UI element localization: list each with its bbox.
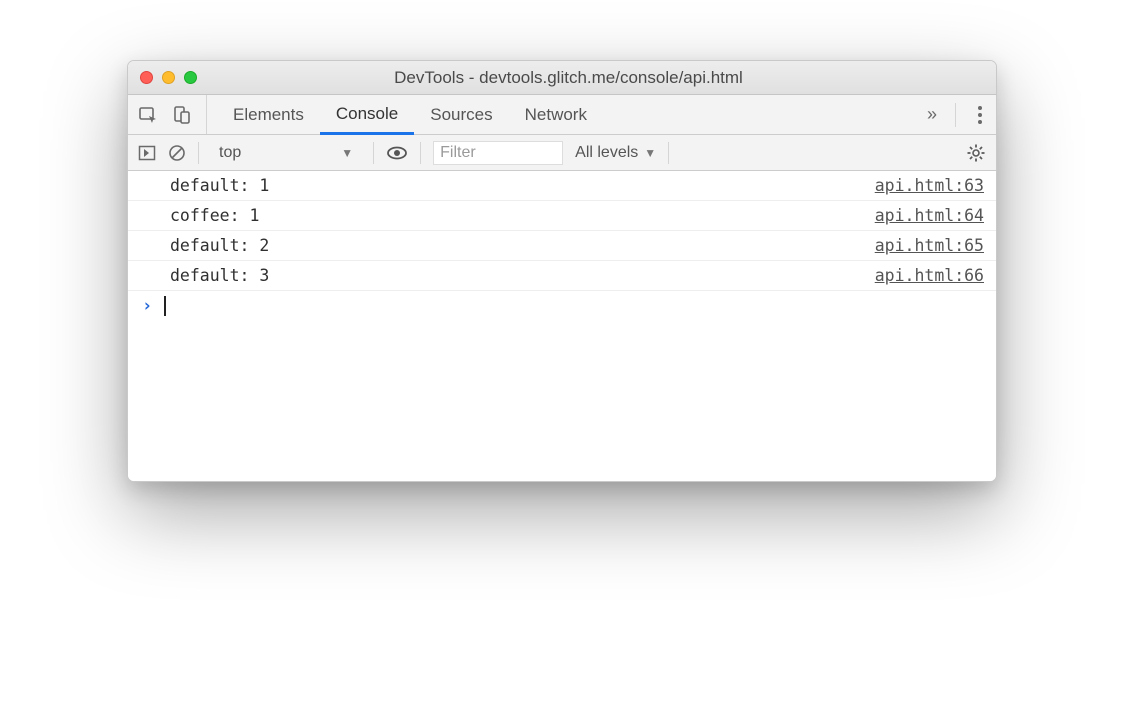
separator <box>668 142 669 164</box>
tab-network[interactable]: Network <box>509 95 603 134</box>
source-link[interactable]: api.html:63 <box>875 176 984 195</box>
log-message: default: 3 <box>170 266 875 285</box>
source-link[interactable]: api.html:66 <box>875 266 984 285</box>
log-message: coffee: 1 <box>170 206 875 225</box>
console-message-row: default: 3api.html:66 <box>128 261 996 291</box>
settings-menu-button[interactable] <box>974 102 986 128</box>
main-tabbar: Elements Console Sources Network » <box>128 95 996 135</box>
clear-console-icon[interactable] <box>168 144 186 162</box>
console-output: default: 1api.html:63coffee: 1api.html:6… <box>128 171 996 481</box>
inspect-element-icon[interactable] <box>138 105 158 125</box>
close-window-button[interactable] <box>140 71 153 84</box>
context-selector[interactable]: top ▼ <box>211 142 361 164</box>
source-link[interactable]: api.html:64 <box>875 206 984 225</box>
levels-label: All levels <box>575 144 638 162</box>
separator <box>373 142 374 164</box>
context-label: top <box>219 144 241 162</box>
tab-label: Network <box>525 105 587 125</box>
console-message-row: coffee: 1api.html:64 <box>128 201 996 231</box>
device-toolbar-icon[interactable] <box>172 105 192 125</box>
log-message: default: 2 <box>170 236 875 255</box>
panel-tabs: Elements Console Sources Network <box>217 95 603 134</box>
console-message-row: default: 2api.html:65 <box>128 231 996 261</box>
tab-console[interactable]: Console <box>320 95 414 135</box>
separator <box>420 142 421 164</box>
titlebar: DevTools - devtools.glitch.me/console/ap… <box>128 61 996 95</box>
log-message: default: 1 <box>170 176 875 195</box>
console-message-row: default: 1api.html:63 <box>128 171 996 201</box>
live-expression-icon[interactable] <box>386 144 408 162</box>
tab-sources[interactable]: Sources <box>414 95 508 134</box>
toggle-sidebar-icon[interactable] <box>138 144 156 162</box>
tab-elements[interactable]: Elements <box>217 95 320 134</box>
source-link[interactable]: api.html:65 <box>875 236 984 255</box>
text-cursor <box>164 296 166 316</box>
prompt-chevron-icon: › <box>142 296 152 316</box>
window-title: DevTools - devtools.glitch.me/console/ap… <box>153 68 984 88</box>
inspect-controls <box>138 95 207 134</box>
tab-label: Elements <box>233 105 304 125</box>
separator <box>198 142 199 164</box>
console-toolbar: top ▼ All levels ▼ <box>128 135 996 171</box>
dropdown-icon: ▼ <box>644 146 656 160</box>
filter-input[interactable] <box>433 141 563 165</box>
dropdown-icon: ▼ <box>341 146 353 160</box>
tab-label: Sources <box>430 105 492 125</box>
log-levels-selector[interactable]: All levels ▼ <box>575 144 656 162</box>
separator <box>955 103 956 127</box>
devtools-window: DevTools - devtools.glitch.me/console/ap… <box>127 60 997 482</box>
console-prompt[interactable]: › <box>128 291 996 321</box>
more-tabs-button[interactable]: » <box>927 104 937 125</box>
console-settings-icon[interactable] <box>966 143 986 163</box>
tab-label: Console <box>336 104 398 124</box>
